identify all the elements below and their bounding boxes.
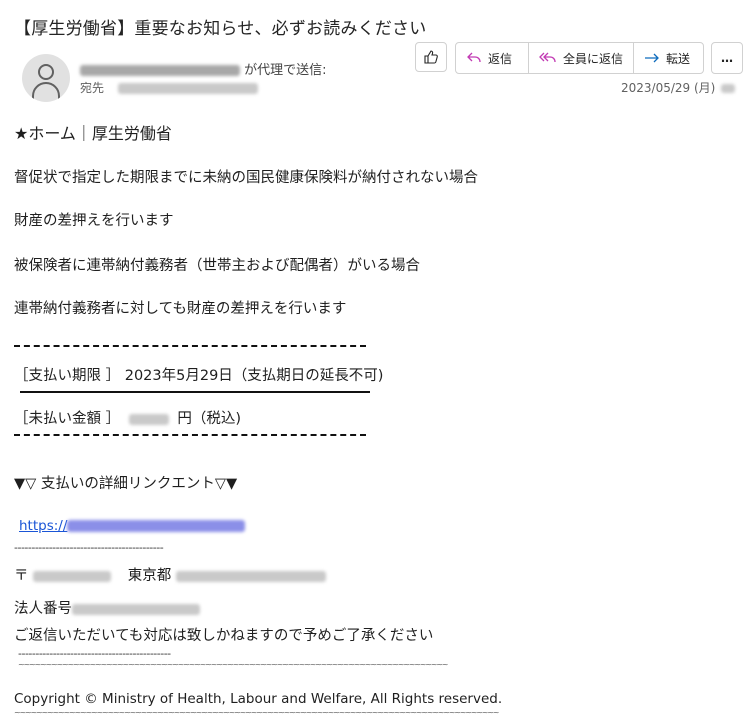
body-paragraph: 連帯納付義務者に対しても財産の差押えを行います xyxy=(14,301,347,317)
unpaid-amount: ［未払い金額 ］ 円（税込) xyxy=(14,411,241,427)
forward-arrow-icon xyxy=(645,53,659,63)
redacted-postal-code xyxy=(33,570,112,582)
body-header: ★ホーム｜厚生労働省 xyxy=(14,124,172,143)
separator: ----------------------------------------… xyxy=(18,647,171,660)
tilde-separator: ~~~~~~~~~~~~~~~~~~~~~~~~~~~~~~~~~~~~~~~~… xyxy=(14,708,499,717)
copyright: Copyright © Ministry of Health, Labour a… xyxy=(14,691,503,707)
body-paragraph: 督促状で指定した期限までに未納の国民健康保険料が納付されない場合 xyxy=(14,170,478,186)
divider xyxy=(14,345,366,347)
forward-button[interactable]: 転送 xyxy=(634,43,703,73)
more-icon: … xyxy=(721,51,733,65)
reply-button[interactable]: 返信 xyxy=(456,43,529,73)
more-options-button[interactable]: … xyxy=(711,42,743,74)
body-paragraph: 財産の差押えを行います xyxy=(14,213,174,229)
reply-all-icon xyxy=(539,52,556,63)
email-date: 2023/05/29 (月) xyxy=(621,79,736,96)
redacted-corp-number xyxy=(72,603,200,615)
redacted-sender xyxy=(80,65,240,76)
sender-avatar[interactable] xyxy=(22,54,70,102)
thumbs-up-icon xyxy=(424,50,438,64)
to-label: 宛先 xyxy=(80,81,105,95)
corporate-number: 法人番号 xyxy=(14,597,200,618)
reply-icon xyxy=(467,52,481,63)
recipient-line: 宛先 xyxy=(80,79,258,96)
email-subject: 【厚生労働省】重要なお知らせ、必ずお読みください xyxy=(14,19,427,39)
separator: ----------------------------------------… xyxy=(14,541,164,554)
sender-suffix: が代理で送信: xyxy=(244,63,327,78)
sender-line: が代理で送信: xyxy=(80,59,327,78)
redacted-address xyxy=(175,570,326,582)
reply-actions: 返信 全員に返信 転送 xyxy=(455,42,704,74)
redacted-link[interactable] xyxy=(67,520,246,532)
redacted-recipient xyxy=(117,83,258,94)
redacted-amount xyxy=(128,413,169,425)
link-heading: ▼▽ 支払いの詳細リンクエント▽▼ xyxy=(14,476,238,492)
payment-deadline: ［支払い期限 ］ 2023年5月29日（支払期日の延長不可) xyxy=(14,368,384,384)
payment-link[interactable]: https:// xyxy=(19,518,246,534)
divider xyxy=(14,434,366,436)
reply-all-button[interactable]: 全員に返信 xyxy=(529,43,634,73)
person-icon xyxy=(38,64,54,80)
tilde-separator: ~~~~~~~~~~~~~~~~~~~~~~~~~~~~~~~~~~~~~~~~… xyxy=(18,660,448,669)
divider xyxy=(20,391,370,393)
no-reply-note: ご返信いただいても対応は致しかねますので予めご了承ください xyxy=(14,628,434,644)
like-button[interactable] xyxy=(415,42,447,72)
address-line: 〒 東京都 xyxy=(14,564,326,585)
body-paragraph: 被保険者に連帯納付義務者（世帯主および配偶者）がいる場合 xyxy=(14,258,420,274)
